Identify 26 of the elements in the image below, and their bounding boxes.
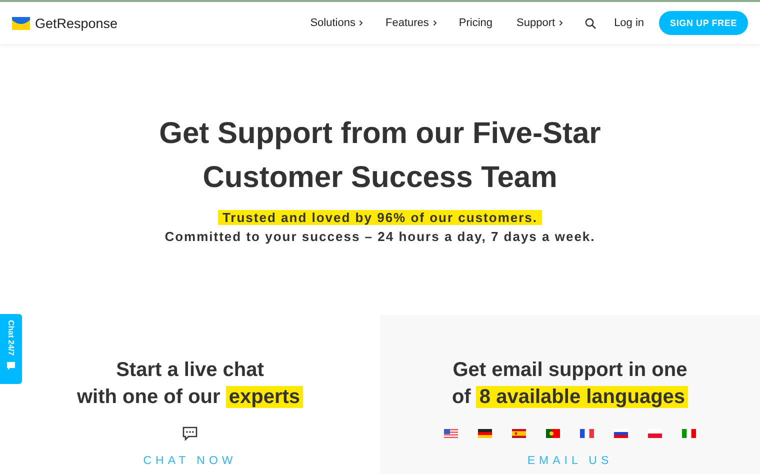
flag-icon (478, 428, 492, 438)
chat-bubble-icon (6, 360, 16, 371)
chevron-icon (359, 20, 364, 26)
nav-link[interactable]: Pricing (458, 17, 493, 29)
page-heading: Get Support from our Five-Star Customer Success Team (159, 116, 601, 196)
chevron-icon (559, 20, 564, 26)
flag-icon (614, 428, 628, 438)
chat-bubble-icon (182, 426, 198, 440)
envelope-logo-icon (12, 16, 30, 30)
flag-icon (580, 428, 594, 438)
nav-link[interactable]: Support (516, 17, 564, 29)
flag-icon (546, 428, 560, 438)
flag-icon (512, 428, 526, 438)
chevron-icon (432, 20, 437, 26)
flag-icon (444, 428, 458, 438)
card-heading: Start a live chat with one of our experts (76, 357, 304, 411)
highlighted-tagline: Trusted and loved by 96% of our customers. (218, 210, 542, 225)
nav-link[interactable]: Features (385, 17, 437, 29)
flag-icon (648, 428, 662, 438)
subtitle: Committed to your success – 24 hours a day, 7 days a week. (164, 229, 596, 244)
card-heading: Get email support in one of 8 available languages (452, 358, 688, 410)
nav-link[interactable]: Solutions (310, 17, 364, 29)
logo-text[interactable]: GetResponse (35, 16, 118, 30)
login-link[interactable]: Log in (614, 17, 644, 29)
flag-icon (682, 428, 696, 438)
search-icon[interactable] (585, 18, 596, 28)
